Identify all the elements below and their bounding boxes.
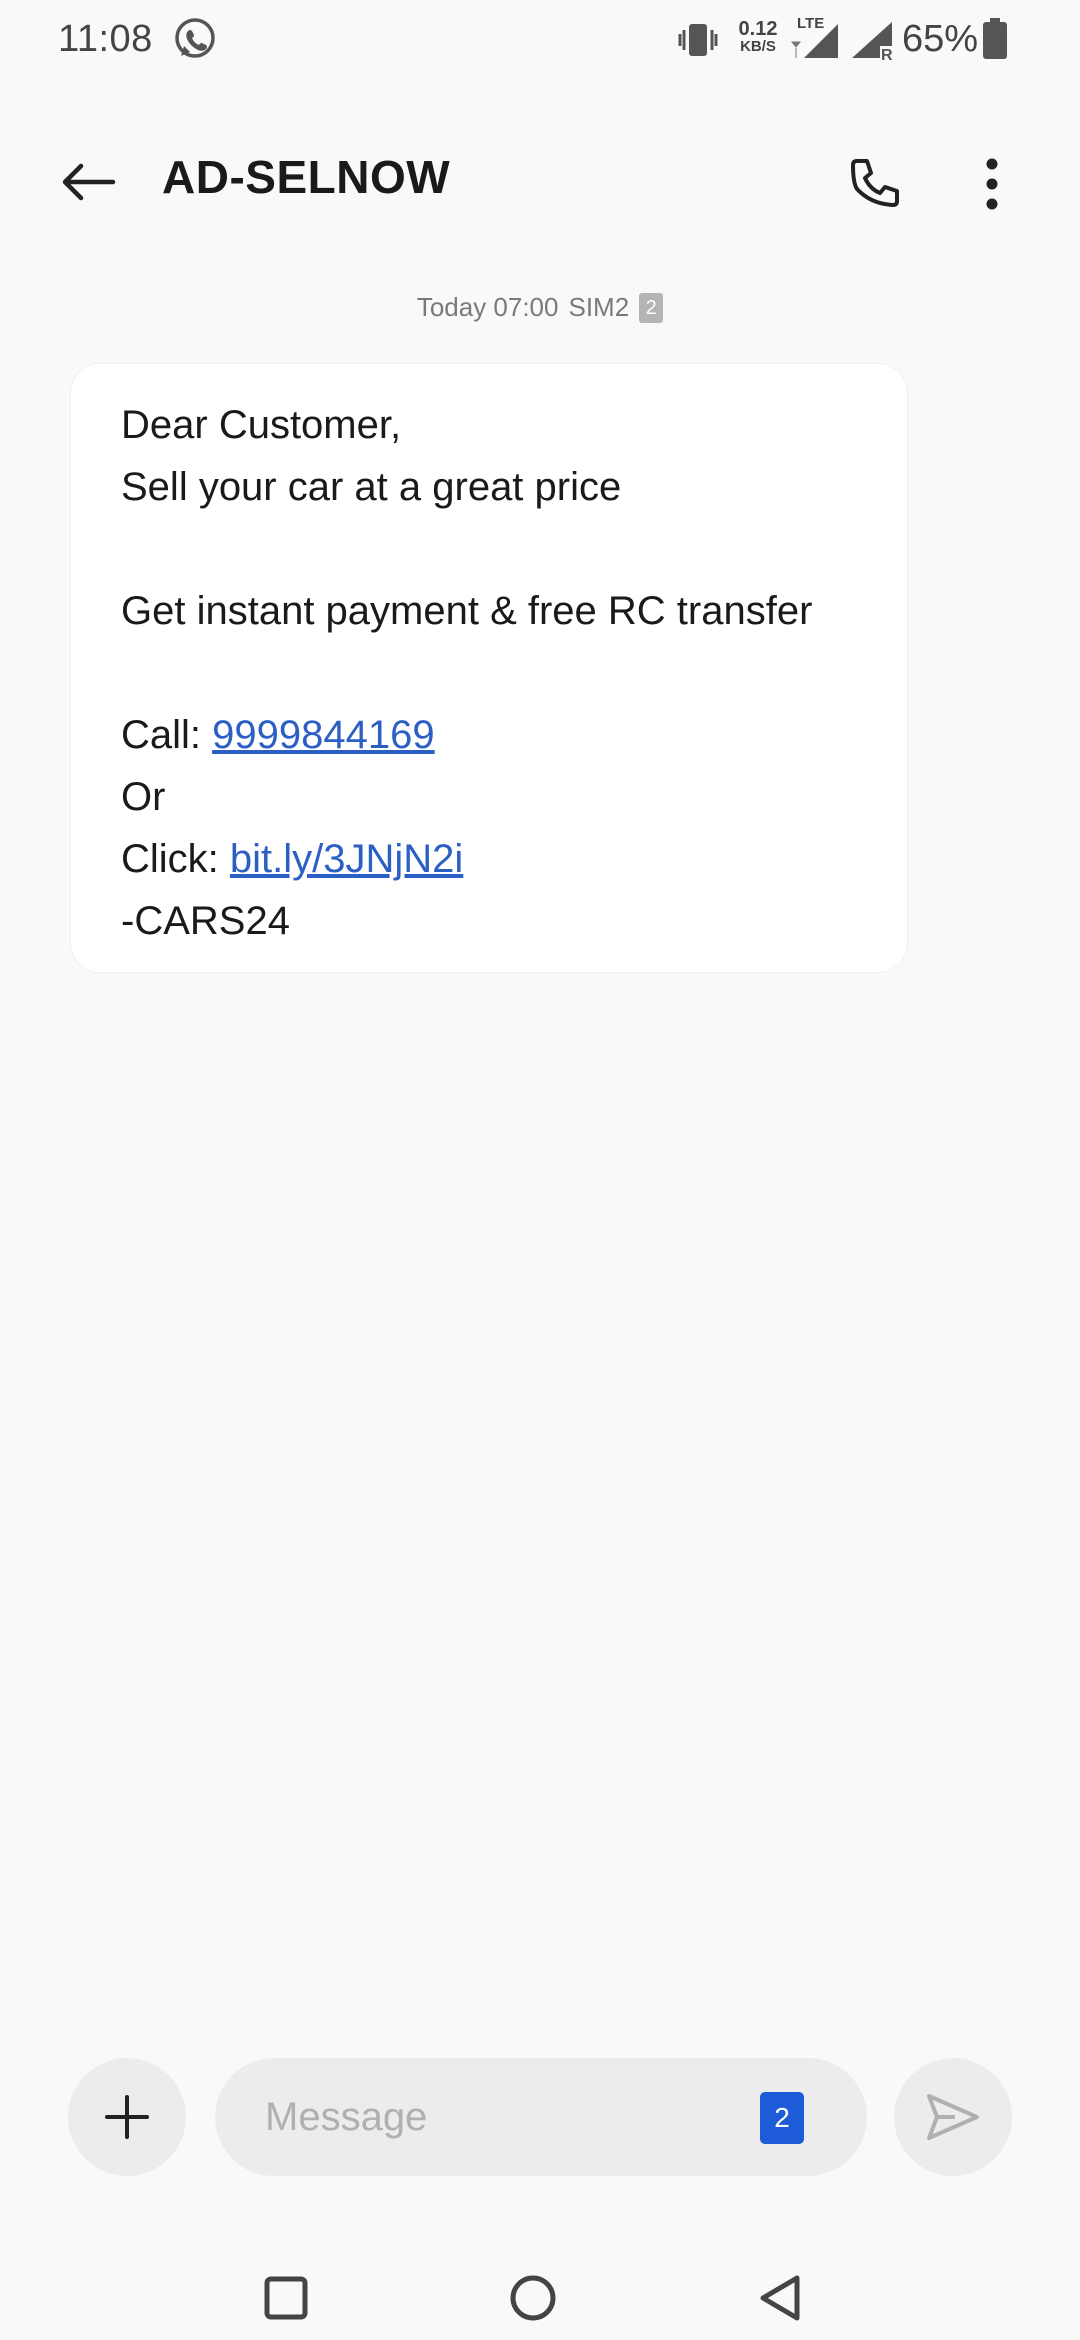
message-line: Or xyxy=(121,775,166,819)
call-button[interactable] xyxy=(834,144,914,224)
network-type-label: LTE xyxy=(797,15,825,32)
message-bubble[interactable]: Dear Customer, Sell your car at a great … xyxy=(70,363,908,973)
recents-button[interactable] xyxy=(246,2258,326,2338)
sim-label: SIM2 xyxy=(568,292,630,322)
sim-selector[interactable]: 2 xyxy=(760,2092,804,2144)
message-line: Get instant payment & free RC transfer xyxy=(121,589,813,633)
message-line: Dear Customer, xyxy=(121,403,402,447)
home-button[interactable] xyxy=(493,2258,573,2338)
url-link[interactable]: bit.ly/3JNjN2i xyxy=(230,837,463,881)
net-speed-unit: KB/S xyxy=(740,38,776,55)
back-button[interactable] xyxy=(48,146,130,218)
send-button[interactable] xyxy=(894,2058,1012,2176)
message-input[interactable] xyxy=(265,2088,715,2146)
status-time: 11:08 xyxy=(58,18,153,60)
battery-percent: 65% xyxy=(902,18,979,60)
back-triangle-icon xyxy=(760,2275,800,2321)
app-bar: AD-SELNOW xyxy=(0,120,1080,240)
recents-square-icon xyxy=(264,2276,308,2320)
add-attachment-button[interactable] xyxy=(68,2058,186,2176)
message-timestamp: Today 07:00 SIM2 2 xyxy=(0,292,1080,323)
more-options-button[interactable] xyxy=(952,144,1032,224)
signal-roaming-icon: R xyxy=(852,22,893,62)
phone-number-link[interactable]: 9999844169 xyxy=(212,713,434,757)
nav-back-button[interactable] xyxy=(740,2258,820,2338)
click-prefix: Click: xyxy=(121,837,230,881)
battery-icon xyxy=(983,18,1007,59)
vibrate-icon xyxy=(678,24,718,56)
call-prefix: Call: xyxy=(121,713,213,757)
sim-badge: 2 xyxy=(639,292,664,323)
message-field[interactable]: 2 xyxy=(215,2058,867,2176)
whatsapp-icon xyxy=(175,18,215,58)
add-icon xyxy=(105,2095,149,2139)
timestamp-text: Today 07:00 xyxy=(416,292,559,322)
more-vert-icon xyxy=(986,158,998,210)
home-circle-icon xyxy=(510,2275,556,2321)
message-line: Sell your car at a great price xyxy=(121,465,622,509)
message-signature: -CARS24 xyxy=(121,899,290,943)
send-icon xyxy=(927,2094,979,2140)
status-bar: 11:08 0.12 KB/S LTE R 65% xyxy=(0,0,1080,80)
composer: 2 xyxy=(0,2058,1080,2178)
call-line: Call: 9999844169 xyxy=(121,704,907,766)
net-speed-value: 0.12 xyxy=(738,18,778,40)
navigation-bar xyxy=(0,2240,1080,2340)
phone-icon xyxy=(851,159,899,207)
net-speed: 0.12 KB/S xyxy=(734,18,782,56)
back-arrow-icon xyxy=(62,163,116,201)
roaming-label: R xyxy=(881,47,893,62)
click-line: Click: bit.ly/3JNjN2i xyxy=(121,828,907,890)
conversation-title: AD-SELNOW xyxy=(162,151,451,203)
